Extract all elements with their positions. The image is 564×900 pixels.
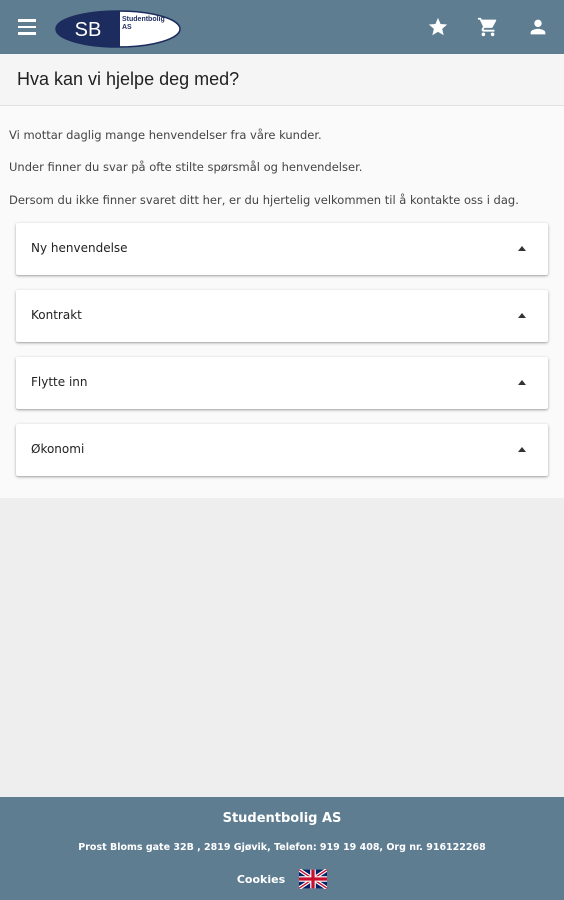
footer-address: Prost Bloms gate 32B , 2819 Gjøvik, Tele… [78,842,486,853]
faq-item-okonomi[interactable]: Økonomi [16,424,548,476]
footer-company-name: Studentbolig AS [222,811,342,826]
caret-up-icon [518,447,526,452]
page-title: Hva kan vi hjelpe deg med? [17,69,240,89]
star-icon[interactable] [426,15,450,39]
faq-content: Vi mottar daglig mange henvendelser fra … [0,106,564,498]
faq-item-label: Ny henvendelse [31,241,128,255]
intro-line-2: Under finner du svar på ofte stilte spør… [9,160,363,174]
faq-item-label: Økonomi [31,442,85,456]
user-icon[interactable] [526,15,550,39]
cart-icon[interactable] [476,15,500,39]
faq-item-label: Kontrakt [31,308,82,322]
intro-line-3: Dersom du ikke finner svaret ditt her, e… [9,193,519,207]
top-app-bar: SB Studentbolig AS [0,0,564,54]
caret-up-icon [518,380,526,385]
footer: Studentbolig AS Prost Bloms gate 32B , 2… [0,797,564,900]
menu-icon[interactable] [14,14,40,40]
intro-line-1: Vi mottar daglig mange henvendelser fra … [9,128,322,142]
uk-flag-icon[interactable] [299,869,328,889]
site-logo[interactable]: SB Studentbolig AS [54,9,182,49]
caret-up-icon [518,313,526,318]
logo-initials: SB [75,19,102,41]
faq-item-label: Flytte inn [31,375,88,389]
faq-item-kontrakt[interactable]: Kontrakt [16,290,548,342]
caret-up-icon [518,246,526,251]
faq-item-ny-henvendelse[interactable]: Ny henvendelse [16,223,548,275]
page-title-bar: Hva kan vi hjelpe deg med? [0,54,564,106]
cookies-link[interactable]: Cookies [237,873,285,886]
faq-item-flytte-inn[interactable]: Flytte inn [16,357,548,409]
logo-company-name: Studentbolig AS [122,16,165,31]
